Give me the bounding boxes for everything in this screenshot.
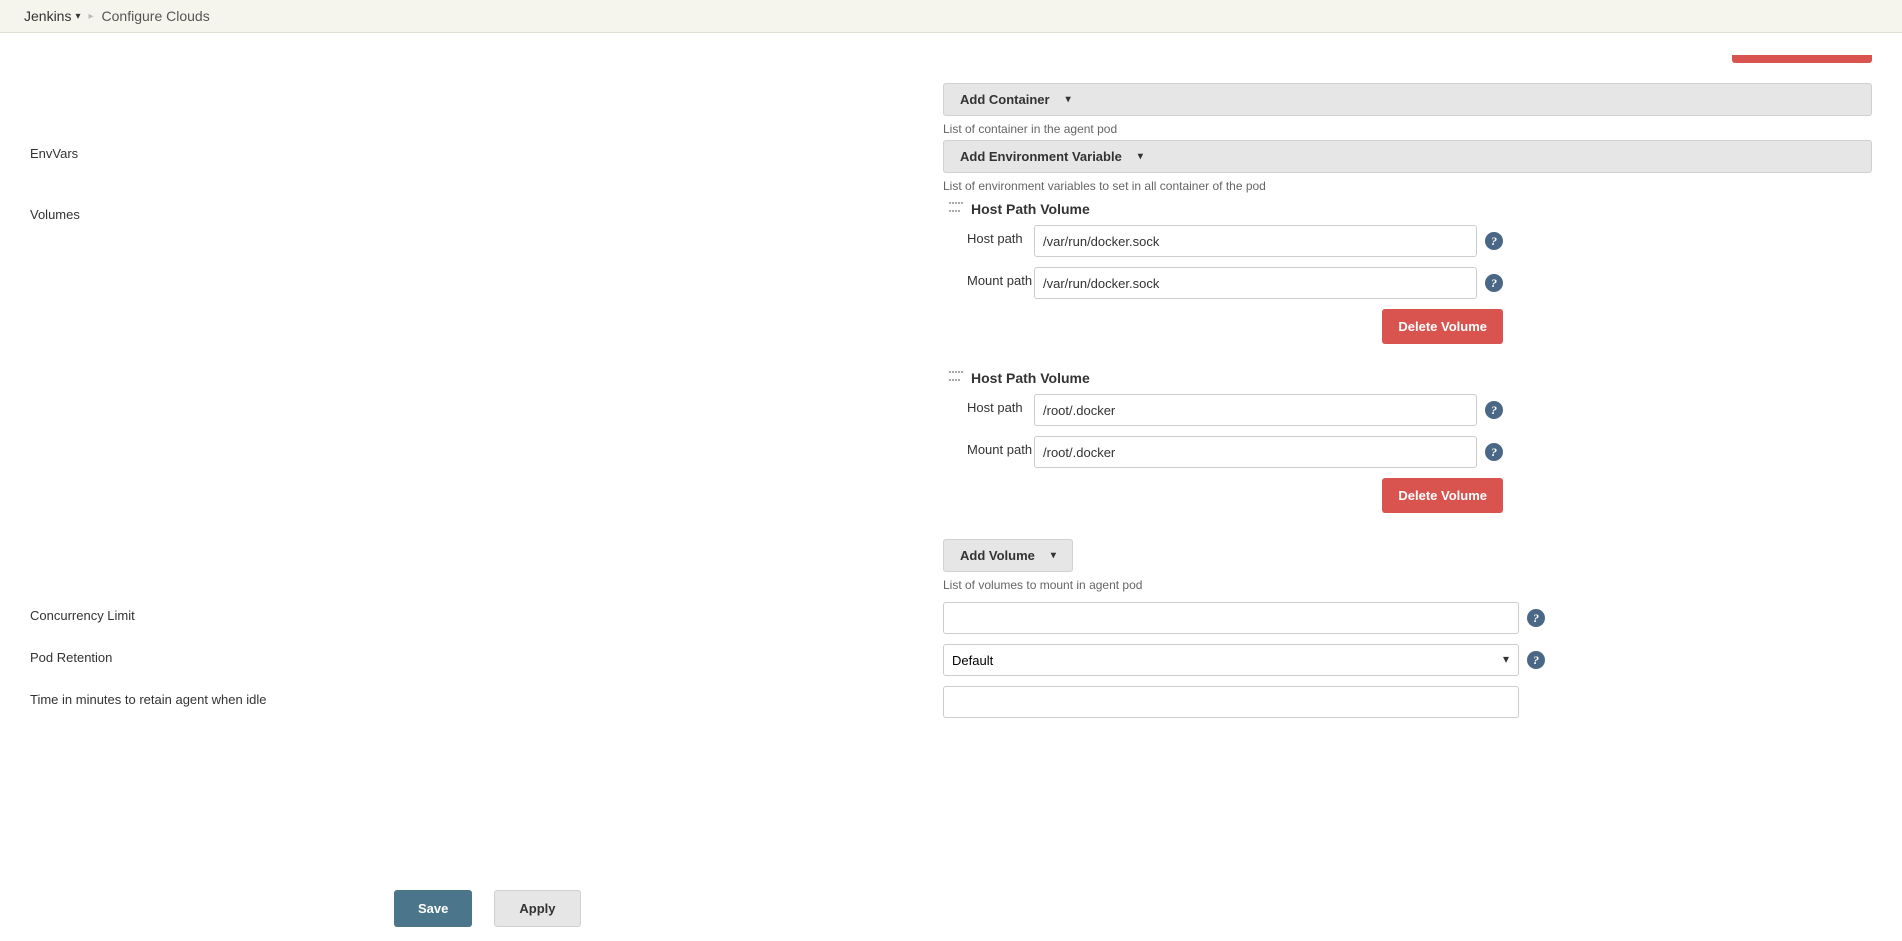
volumes-helper: List of volumes to mount in agent pod bbox=[943, 578, 1503, 592]
drag-handle-icon[interactable] bbox=[949, 202, 963, 216]
envvars-helper: List of environment variables to set in … bbox=[943, 179, 1872, 193]
chevron-right-icon: ▸ bbox=[89, 11, 94, 22]
add-volume-label: Add Volume bbox=[960, 548, 1035, 563]
idle-minutes-label: Time in minutes to retain agent when idl… bbox=[30, 692, 267, 707]
breadcrumb-root-label: Jenkins bbox=[24, 8, 71, 24]
add-env-var-button[interactable]: Add Environment Variable ▾ bbox=[943, 140, 1872, 173]
idle-minutes-input[interactable] bbox=[943, 686, 1519, 718]
pod-retention-label: Pod Retention bbox=[30, 650, 112, 665]
apply-button[interactable]: Apply bbox=[494, 890, 580, 927]
host-path-volume-title: Host Path Volume bbox=[971, 370, 1090, 386]
add-container-button[interactable]: Add Container ▾ bbox=[943, 83, 1872, 116]
add-env-var-label: Add Environment Variable bbox=[960, 149, 1122, 164]
host-path-input[interactable] bbox=[1034, 225, 1477, 257]
concurrency-input[interactable] bbox=[943, 602, 1519, 634]
caret-down-icon: ▾ bbox=[1066, 94, 1071, 105]
envvars-label: EnvVars bbox=[30, 146, 78, 161]
breadcrumb-root[interactable]: Jenkins ▾ bbox=[24, 8, 81, 24]
delete-button-edge[interactable] bbox=[1732, 55, 1872, 63]
concurrency-label: Concurrency Limit bbox=[30, 608, 135, 623]
help-icon[interactable]: ? bbox=[1485, 274, 1503, 292]
volume-block: Host Path Volume Host path ? Mount path … bbox=[949, 201, 1503, 344]
help-icon[interactable]: ? bbox=[1485, 401, 1503, 419]
help-icon[interactable]: ? bbox=[1527, 609, 1545, 627]
help-icon[interactable]: ? bbox=[1485, 443, 1503, 461]
host-path-label: Host path bbox=[949, 394, 1034, 415]
delete-volume-button[interactable]: Delete Volume bbox=[1382, 478, 1503, 513]
host-path-input[interactable] bbox=[1034, 394, 1477, 426]
help-icon[interactable]: ? bbox=[1485, 232, 1503, 250]
host-path-volume-title: Host Path Volume bbox=[971, 201, 1090, 217]
caret-down-icon: ▾ bbox=[75, 11, 80, 22]
volume-block: Host Path Volume Host path ? Mount path … bbox=[949, 370, 1503, 513]
save-button[interactable]: Save bbox=[394, 890, 472, 927]
mount-path-input[interactable] bbox=[1034, 436, 1477, 468]
help-icon[interactable]: ? bbox=[1527, 651, 1545, 669]
button-bar: Save Apply bbox=[0, 876, 1902, 941]
pod-retention-select[interactable]: Default bbox=[943, 644, 1519, 676]
mount-path-label: Mount path bbox=[949, 267, 1034, 288]
mount-path-label: Mount path bbox=[949, 436, 1034, 457]
volumes-label: Volumes bbox=[30, 207, 80, 222]
breadcrumb: Jenkins ▾ ▸ Configure Clouds bbox=[0, 0, 1902, 33]
mount-path-input[interactable] bbox=[1034, 267, 1477, 299]
caret-down-icon: ▾ bbox=[1138, 151, 1143, 162]
add-volume-button[interactable]: Add Volume ▾ bbox=[943, 539, 1073, 572]
breadcrumb-current[interactable]: Configure Clouds bbox=[102, 8, 210, 24]
delete-volume-button[interactable]: Delete Volume bbox=[1382, 309, 1503, 344]
add-container-label: Add Container bbox=[960, 92, 1050, 107]
caret-down-icon: ▾ bbox=[1051, 550, 1056, 561]
containers-helper: List of container in the agent pod bbox=[943, 122, 1872, 136]
drag-handle-icon[interactable] bbox=[949, 371, 963, 385]
host-path-label: Host path bbox=[949, 225, 1034, 246]
